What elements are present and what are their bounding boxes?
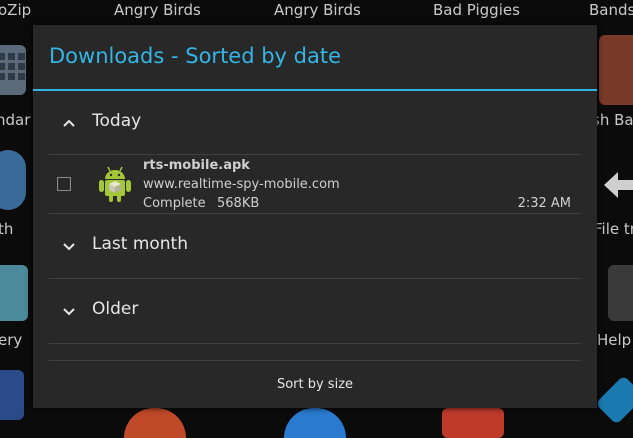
section-label-last-month: Last month — [92, 234, 188, 254]
download-source-url: www.realtime-spy-mobile.com — [143, 177, 340, 192]
file-transfer-app-icon[interactable] — [600, 160, 633, 210]
divider — [49, 343, 581, 344]
download-item[interactable]: rts-mobile.apk www.realtime-spy-mobile.c… — [49, 155, 581, 213]
chevron-up-icon — [63, 119, 75, 127]
download-size: 568KB — [217, 196, 260, 211]
chevron-down-icon — [63, 243, 75, 251]
android-package-icon — [99, 166, 131, 202]
bottom-app-icon-2[interactable] — [284, 408, 346, 438]
bottom-app-icon-3[interactable] — [442, 408, 504, 438]
navigation-app-icon[interactable] — [0, 370, 24, 420]
app-label-help[interactable]: Help — [597, 331, 631, 349]
download-filename: rts-mobile.apk — [143, 158, 250, 173]
app-label-ozip[interactable]: oZip — [0, 1, 31, 19]
app-label-angry-birds-1[interactable]: Angry Birds — [114, 1, 201, 19]
app-label-file-transfer[interactable]: File tr — [594, 220, 633, 238]
bottom-app-icon-1[interactable] — [124, 408, 186, 438]
dialog-title: Downloads - Sorted by date — [49, 44, 342, 68]
divider — [49, 213, 581, 214]
section-header-today[interactable]: Today — [49, 103, 581, 143]
downloads-dialog: Downloads - Sorted by date Today rts-mob… — [33, 25, 597, 408]
divider — [49, 278, 581, 279]
app-label-row: oZip Angry Birds Angry Birds Bad Piggies… — [0, 0, 633, 24]
chevron-down-icon — [63, 308, 75, 316]
help-app-icon[interactable] — [608, 265, 633, 321]
crash-bandicoot-app-icon[interactable] — [599, 35, 633, 105]
app-label-bands[interactable]: Bands — [589, 1, 633, 19]
app-label-angry-birds-2[interactable]: Angry Birds — [274, 1, 361, 19]
section-label-older: Older — [92, 299, 139, 319]
calendar-app-icon[interactable] — [0, 45, 26, 95]
app-label-earth[interactable]: th — [0, 220, 13, 238]
title-divider — [33, 89, 597, 91]
earth-app-icon[interactable] — [0, 150, 26, 210]
dropbox-app-icon[interactable] — [595, 375, 633, 425]
app-label-gallery[interactable]: ery — [0, 331, 22, 349]
sort-by-size-button[interactable]: Sort by size — [33, 361, 597, 408]
section-header-last-month[interactable]: Last month — [49, 226, 581, 266]
section-label-today: Today — [92, 111, 142, 131]
download-time: 2:32 AM — [517, 196, 571, 211]
download-status: Complete — [143, 196, 206, 211]
app-label-calendar[interactable]: ndar — [0, 111, 30, 129]
app-label-crash-bandicoot[interactable]: sh Ba — [592, 111, 633, 129]
section-header-older[interactable]: Older — [49, 291, 581, 331]
app-label-bad-piggies[interactable]: Bad Piggies — [433, 1, 520, 19]
gallery-app-icon[interactable] — [0, 265, 28, 321]
item-checkbox[interactable] — [57, 177, 71, 191]
